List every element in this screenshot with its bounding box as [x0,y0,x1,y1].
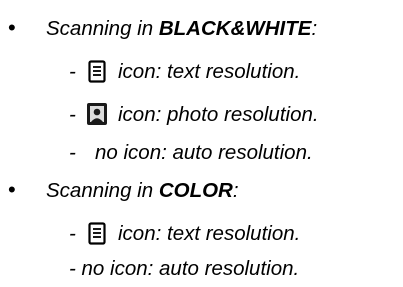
dash: - [69,60,76,83]
bullet-dot: • [8,177,16,202]
photo-portrait-icon [86,102,108,132]
bw-item-auto-label: no icon: auto resolution. [95,141,313,164]
color-mode: COLOR [158,179,233,202]
dash: - [69,222,76,245]
color-item-text-label: icon: text resolution. [118,222,301,245]
dash: - [69,141,76,164]
bw-mode: BLACK&WHITE [158,17,312,40]
bw-item-photo-label: icon: photo resolution. [118,103,319,126]
bw-prefix: Scanning in [46,17,159,40]
color-item-auto-label: - no icon: auto resolution. [69,257,300,280]
bw-item-text-label: icon: text resolution. [118,60,301,83]
text-document-icon [88,60,106,89]
bullet-dot: • [8,15,16,40]
dash: - [69,103,76,126]
text-document-icon [88,222,106,251]
bw-suffix: : [311,17,318,40]
color-suffix: : [232,179,239,202]
color-prefix: Scanning in [46,179,159,202]
